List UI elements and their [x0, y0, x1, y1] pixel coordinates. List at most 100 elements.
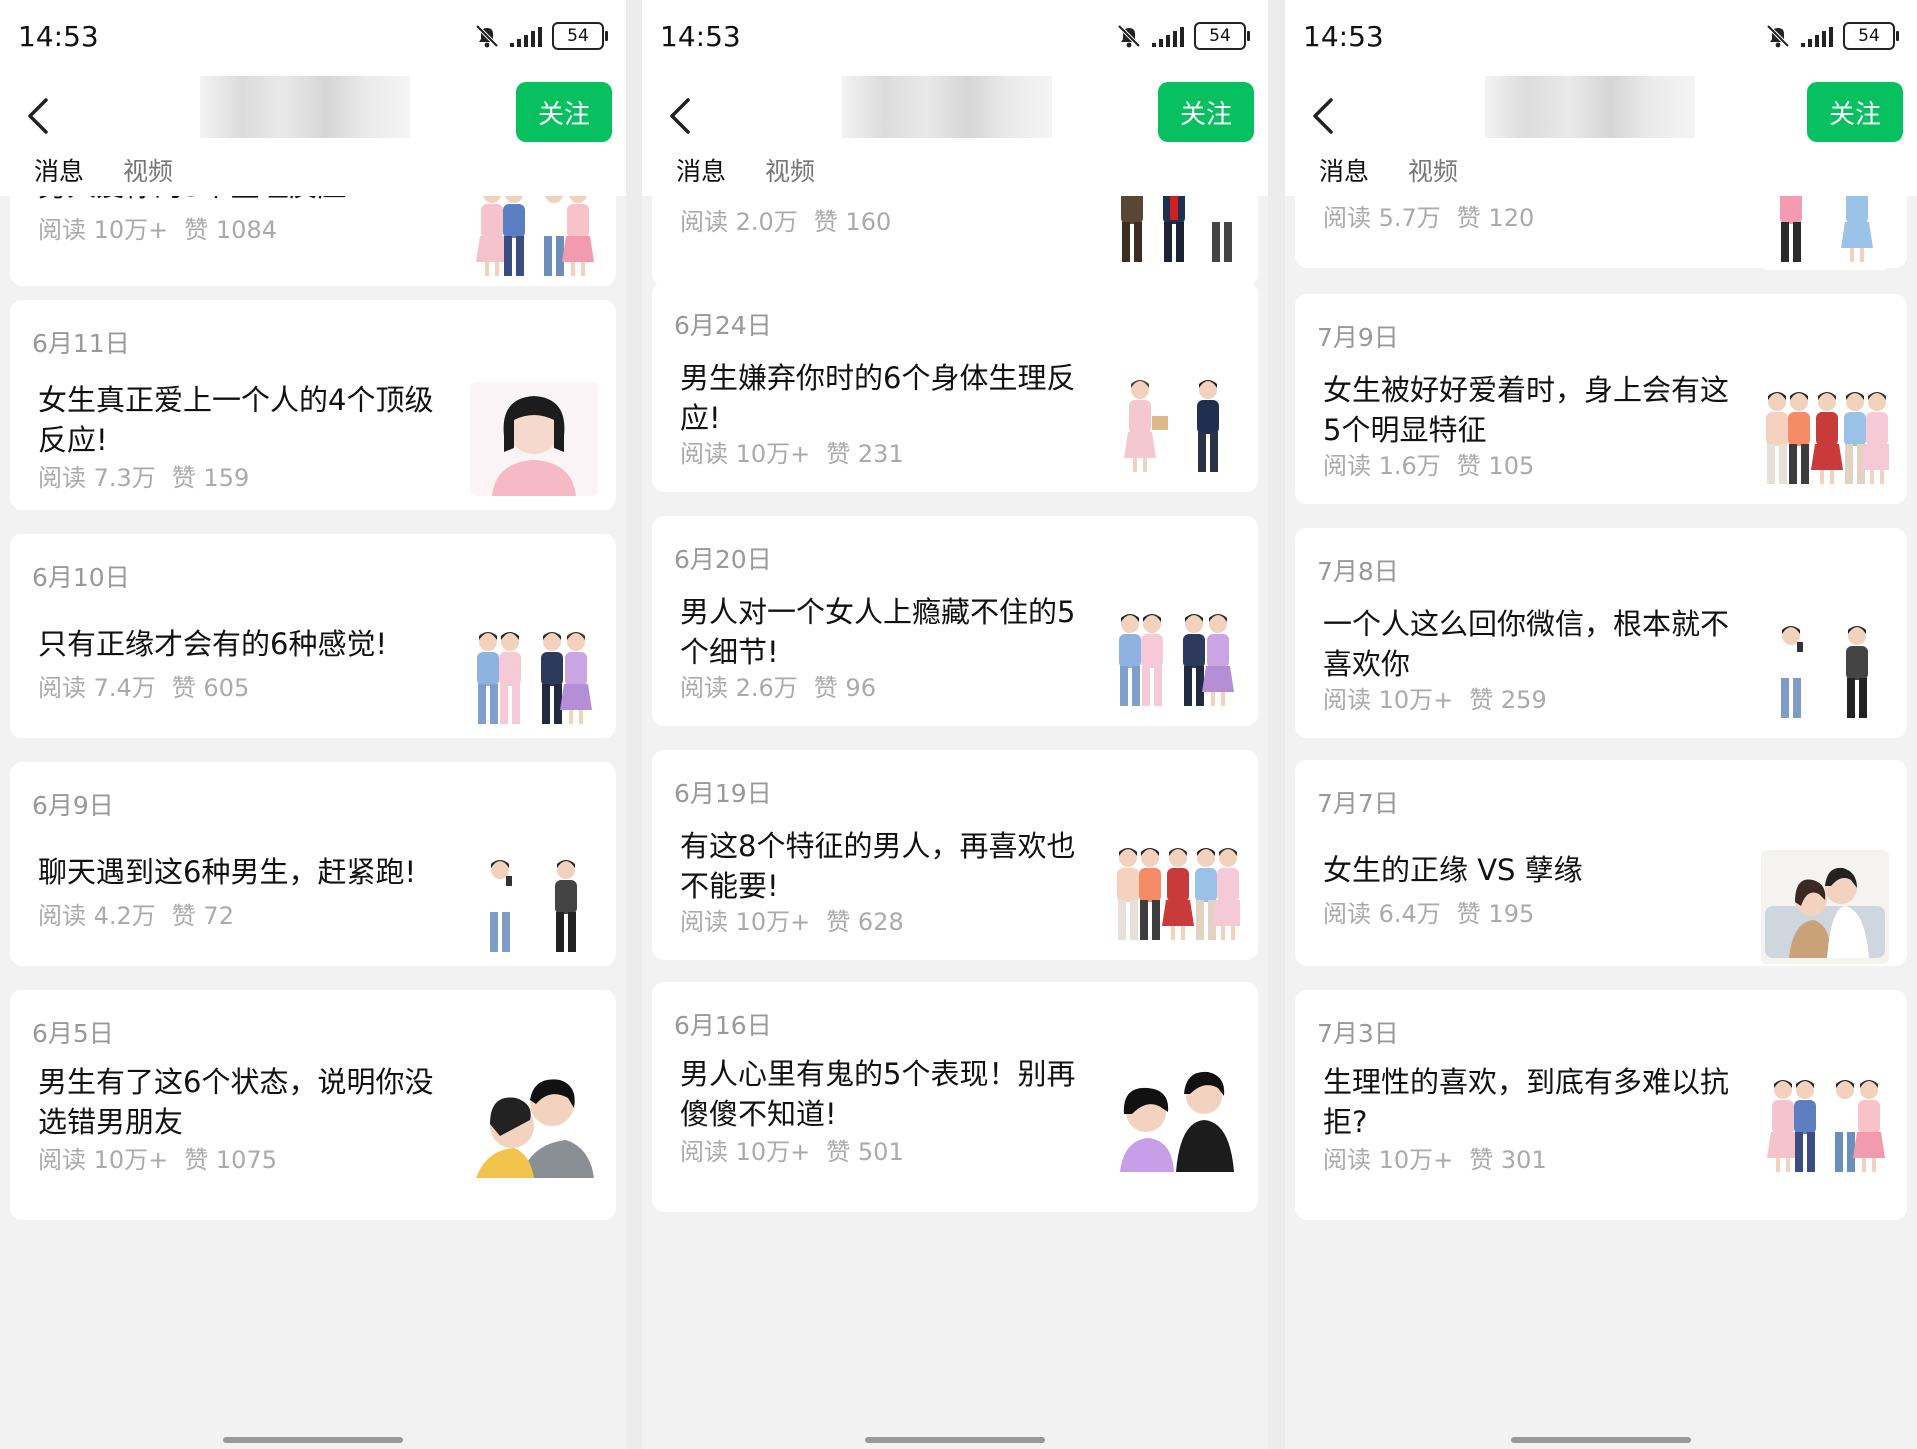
article-title[interactable]: 男人爱你的5个生理反应!	[38, 196, 458, 206]
article-stats: 阅读 1.6万赞 105	[1323, 446, 1550, 481]
read-count: 阅读 10万+	[680, 440, 811, 468]
battery-icon: 54	[552, 22, 608, 50]
article-stats: 阅读 2.6万赞 96	[680, 668, 892, 703]
article-thumbnail[interactable]	[1761, 612, 1889, 726]
tab-messages[interactable]: 消息	[29, 152, 89, 200]
article-stats: 阅读 10万+ 赞 1075	[38, 1140, 293, 1175]
article-title[interactable]: 有这8个特征的男人，再喜欢也不能要!	[680, 826, 1100, 906]
article-title[interactable]: 女生真正爱上一个人的4个顶级反应!	[38, 380, 458, 460]
status-bar: 14:53 54	[0, 0, 626, 76]
article-date: 6月9日	[32, 791, 114, 820]
home-indicator	[223, 1437, 403, 1443]
like-count: 赞 120	[1456, 204, 1535, 232]
tab-videos[interactable]: 视频	[765, 152, 815, 188]
article-stats: 阅读 6.4万赞 195	[1323, 894, 1550, 929]
like-count: 赞 195	[1456, 900, 1535, 928]
article-card[interactable]: 6月5日 男生有了这6个状态，说明你没选错男朋友 阅读 10万+ 赞 1075	[10, 990, 616, 1220]
read-count: 阅读 7.4万	[38, 674, 156, 702]
article-thumbnail[interactable]	[1112, 366, 1240, 480]
article-thumbnail[interactable]	[1761, 378, 1889, 492]
read-count: 阅读 10万+	[1323, 1146, 1454, 1174]
article-stats: 阅读 10万+ 赞 628	[680, 902, 920, 937]
article-thumbnail[interactable]	[1112, 600, 1240, 714]
article-thumbnail[interactable]	[1761, 196, 1889, 270]
article-thumbnail[interactable]	[470, 1064, 598, 1178]
article-thumbnail[interactable]	[1112, 834, 1240, 948]
read-count: 阅读 10万+	[680, 908, 811, 936]
status-bar: 14:53 54	[1285, 0, 1917, 76]
like-count: 赞 160	[813, 208, 892, 236]
back-arrow-icon[interactable]	[662, 92, 702, 140]
tab-messages[interactable]: 消息	[1314, 152, 1374, 200]
article-stats: 阅读 4.2万赞 72	[38, 896, 250, 931]
article-card[interactable]: 6月24日 男生嫌弃你时的6个身体生理反应! 阅读 10万+ 赞 231	[652, 282, 1258, 492]
article-thumbnail[interactable]	[1761, 850, 1889, 964]
signal-icon	[1152, 25, 1184, 47]
status-icons: 54	[1116, 22, 1250, 50]
muted-bell-icon	[1765, 23, 1791, 49]
like-count: 赞 628	[826, 908, 904, 936]
article-thumbnail[interactable]	[1761, 1066, 1889, 1180]
article-card[interactable]: 7月9日 女生被好好爱着时，身上会有这5个明显特征 阅读 1.6万赞 105	[1295, 294, 1907, 504]
article-list: 中国女人一生的6大执念:阅读 5.7万赞 120 7月9日女生被好好爱着时，身上会…	[1285, 196, 1917, 1449]
article-list: 点!阅读 2.0万赞 1606月24日男生嫌弃你时的6个身体生理反应!阅读 10…	[642, 196, 1268, 1449]
read-count: 阅读 2.6万	[680, 674, 798, 702]
article-date: 7月7日	[1317, 789, 1399, 818]
article-title[interactable]: 聊天遇到这6种男生，赶紧跑!	[38, 852, 458, 892]
article-card[interactable]: 中国女人一生的6大执念:阅读 5.7万赞 120	[1295, 196, 1907, 270]
article-card[interactable]: 6月10日只有正缘才会有的6种感觉! 阅读 7.4万赞 605	[10, 534, 616, 738]
article-card[interactable]: 7月8日 一个人这么回你微信，根本就不喜欢你 阅读 10万+ 赞 259	[1295, 528, 1907, 738]
article-title[interactable]: 只有正缘才会有的6种感觉!	[38, 624, 458, 664]
like-count: 赞 1084	[184, 216, 277, 244]
status-bar: 14:53 54	[642, 0, 1268, 76]
status-icons: 54	[1765, 22, 1899, 50]
article-title[interactable]: 生理性的喜欢，到底有多难以抗拒?	[1323, 1062, 1743, 1142]
article-thumbnail[interactable]	[1112, 196, 1240, 270]
article-card[interactable]: 6月20日 男人对一个女人上瘾藏不住的5个细节! 阅读 2.6万赞 96	[652, 516, 1258, 726]
read-count: 阅读 4.2万	[38, 902, 156, 930]
article-thumbnail[interactable]	[470, 618, 598, 732]
back-arrow-icon[interactable]	[1305, 92, 1345, 140]
tab-videos[interactable]: 视频	[1408, 152, 1458, 188]
tab-videos[interactable]: 视频	[123, 152, 173, 188]
follow-button[interactable]: 关注	[1158, 82, 1254, 142]
account-name-blurred	[1485, 76, 1695, 138]
like-count: 赞 605	[171, 674, 250, 702]
article-card[interactable]: 点!阅读 2.0万赞 160	[652, 196, 1258, 286]
article-date: 6月10日	[32, 563, 130, 592]
article-card[interactable]: 6月11日 女生真正爱上一个人的4个顶级反应! 阅读 7.3万赞 159	[10, 300, 616, 510]
follow-button[interactable]: 关注	[516, 82, 612, 142]
article-date: 6月11日	[32, 329, 130, 358]
article-title[interactable]: 女生的正缘 VS 孽缘	[1323, 850, 1743, 890]
article-thumbnail[interactable]	[470, 382, 598, 496]
like-count: 赞 1075	[184, 1146, 277, 1174]
tab-messages[interactable]: 消息	[671, 152, 731, 200]
back-arrow-icon[interactable]	[20, 92, 60, 140]
follow-button[interactable]: 关注	[1807, 82, 1903, 142]
read-count: 阅读 1.6万	[1323, 452, 1441, 480]
battery-icon: 54	[1843, 22, 1899, 50]
article-card[interactable]: 6月9日聊天遇到这6种男生，赶紧跑! 阅读 4.2万赞 72	[10, 762, 616, 966]
article-stats: 阅读 10万+ 赞 259	[1323, 680, 1563, 715]
article-card[interactable]: 6月16日 男人心里有鬼的5个表现！别再傻傻不知道! 阅读 10万+ 赞 501	[652, 982, 1258, 1212]
like-count: 赞 96	[813, 674, 876, 702]
article-title[interactable]: 男人心里有鬼的5个表现！别再傻傻不知道!	[680, 1054, 1100, 1134]
muted-bell-icon	[1116, 23, 1142, 49]
article-card[interactable]: 男人爱你的5个生理反应! 阅读 10万+ 赞 1084	[10, 196, 616, 286]
home-indicator	[1511, 1437, 1691, 1443]
article-title[interactable]: 一个人这么回你微信，根本就不喜欢你	[1323, 604, 1743, 684]
like-count: 赞 231	[826, 440, 904, 468]
article-title[interactable]: 男生有了这6个状态，说明你没选错男朋友	[38, 1062, 458, 1142]
article-thumbnail[interactable]	[1112, 1058, 1240, 1172]
article-card[interactable]: 6月19日 有这8个特征的男人，再喜欢也不能要! 阅读 10万+ 赞 628	[652, 750, 1258, 960]
article-thumbnail[interactable]	[470, 846, 598, 960]
article-title[interactable]: 女生被好好爱着时，身上会有这5个明显特征	[1323, 370, 1743, 450]
read-count: 阅读 7.3万	[38, 464, 156, 492]
article-card[interactable]: 7月3日 生理性的喜欢，到底有多难以抗拒? 阅读 10万+ 赞 301	[1295, 990, 1907, 1220]
status-time: 14:53	[1303, 20, 1384, 53]
article-card[interactable]: 7月7日女生的正缘 VS 孽缘阅读 6.4万赞 195	[1295, 760, 1907, 966]
article-thumbnail[interactable]	[470, 196, 598, 284]
article-title[interactable]: 男人对一个女人上瘾藏不住的5个细节!	[680, 592, 1100, 672]
account-name-blurred	[842, 76, 1052, 138]
article-title[interactable]: 男生嫌弃你时的6个身体生理反应!	[680, 358, 1100, 438]
